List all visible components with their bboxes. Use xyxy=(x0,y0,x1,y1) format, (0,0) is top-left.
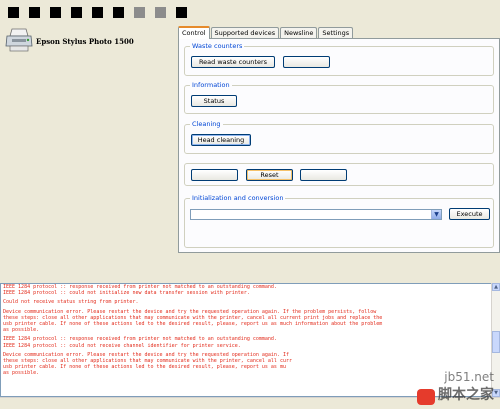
reset-button[interactable]: Reset xyxy=(246,169,293,181)
cleaning-group: Cleaning Head cleaning xyxy=(184,120,494,154)
tab-newsline[interactable]: Newsline xyxy=(280,27,318,38)
status-squares xyxy=(8,7,187,18)
action-left-button[interactable] xyxy=(191,169,238,181)
waste-counters-group: Waste counters Read waste counters xyxy=(184,42,494,76)
watermark-logo-icon xyxy=(417,389,435,405)
scroll-up-icon[interactable]: ▲ xyxy=(492,283,500,291)
action-right-button[interactable] xyxy=(300,169,347,181)
chevron-down-icon[interactable]: ▼ xyxy=(431,210,441,219)
printer-name: Epson Stylus Photo 1500 xyxy=(36,37,134,46)
status-square xyxy=(8,7,19,18)
conversion-select[interactable]: ▼ xyxy=(190,209,442,220)
status-square xyxy=(50,7,61,18)
status-square xyxy=(176,7,187,18)
watermark-url: jb51.net xyxy=(444,370,494,384)
waste-counters-title: Waste counters xyxy=(190,42,245,50)
status-square xyxy=(134,7,145,18)
printer-icon xyxy=(4,27,34,53)
status-square xyxy=(92,7,103,18)
read-waste-counters-button[interactable]: Read waste counters xyxy=(191,56,275,68)
tab-supported-devices[interactable]: Supported devices xyxy=(210,27,280,38)
watermark-text: 脚本之家 xyxy=(438,387,494,403)
watermark: jb51.net 脚本之家 xyxy=(417,370,494,405)
tab-bar: Control Supported devices Newsline Setti… xyxy=(178,26,354,39)
information-group: Information Status xyxy=(184,81,494,114)
waste-counters-secondary-button[interactable] xyxy=(283,56,330,68)
information-title: Information xyxy=(190,81,232,89)
initialization-title: Initialization and conversion xyxy=(190,194,286,202)
control-panel: Waste counters Read waste counters Infor… xyxy=(178,38,500,253)
scroll-thumb[interactable] xyxy=(492,331,500,353)
cleaning-title: Cleaning xyxy=(190,120,223,128)
actions-group: Reset xyxy=(184,163,494,186)
execute-button[interactable]: Execute xyxy=(449,208,490,220)
status-button[interactable]: Status xyxy=(191,95,237,107)
tab-control[interactable]: Control xyxy=(178,26,210,39)
tab-settings[interactable]: Settings xyxy=(318,27,354,38)
status-square xyxy=(29,7,40,18)
status-square xyxy=(113,7,124,18)
initialization-group: Initialization and conversion ▼ Execute xyxy=(184,194,494,248)
head-cleaning-button[interactable]: Head cleaning xyxy=(191,134,251,146)
status-square xyxy=(71,7,82,18)
status-square xyxy=(155,7,166,18)
